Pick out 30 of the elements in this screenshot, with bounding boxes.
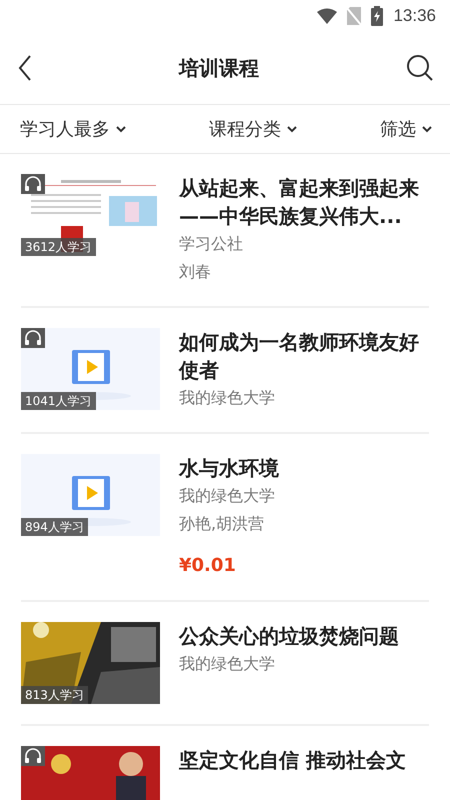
learner-count: 894人学习	[21, 518, 88, 536]
course-source: 我的绿色大学	[179, 653, 276, 675]
caret-icon	[287, 126, 297, 132]
clock-time: 13:36	[393, 6, 436, 26]
battery-charging-icon	[371, 6, 384, 26]
learner-count: 1041人学习	[21, 392, 96, 410]
course-source: 学习公社	[179, 233, 244, 255]
course-title[interactable]: 公众关心的垃圾焚烧问题	[179, 622, 429, 650]
caret-icon	[422, 126, 432, 132]
no-sim-icon	[347, 7, 362, 25]
course-title[interactable]: 从站起来、富起来到强起来——中华民族复兴伟大...	[179, 174, 429, 230]
learner-count: 3612人学习	[21, 238, 96, 256]
course-source: 我的绿色大学	[179, 485, 276, 507]
course-title[interactable]: 水与水环境	[179, 454, 429, 482]
caret-icon	[116, 126, 126, 132]
course-title[interactable]: 如何成为一名教师环境友好使者	[179, 328, 429, 384]
course-source: 我的绿色大学	[179, 387, 276, 409]
headphones-icon	[21, 174, 45, 194]
learner-count: 813人学习	[21, 686, 88, 704]
headphones-icon	[21, 328, 45, 348]
course-title[interactable]: 坚定文化自信 推动社会文	[179, 746, 429, 774]
page-title: 培训课程	[179, 54, 259, 82]
course-price: ¥0.01	[179, 554, 237, 578]
filter-dropdown[interactable]: 筛选	[380, 117, 432, 141]
headphones-icon	[21, 746, 45, 766]
filter-dropdown[interactable]: 课程分类	[209, 117, 297, 141]
wifi-icon	[317, 8, 338, 24]
filter-dropdown[interactable]: 学习人最多	[20, 117, 126, 141]
course-author: 孙艳,胡洪营	[179, 513, 266, 535]
course-author: 刘春	[179, 261, 212, 283]
